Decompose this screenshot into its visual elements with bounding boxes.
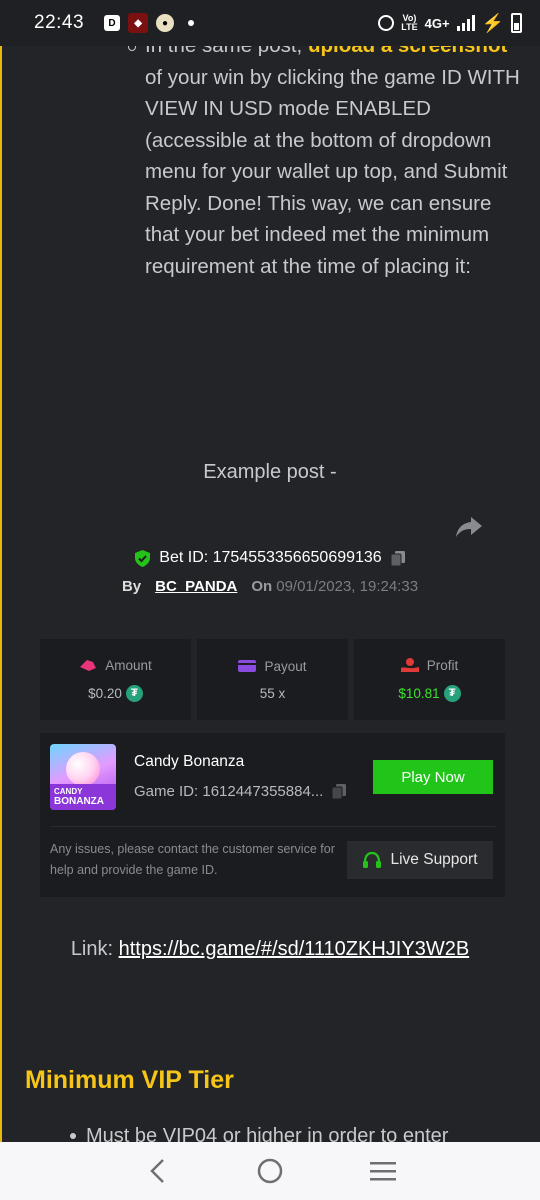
stat-payout-label: Payout [264,658,307,674]
system-navigation-bar [0,1142,540,1200]
stat-payout-head: Payout [238,658,307,674]
stat-payout: Payout 55 x [197,639,348,720]
bet-author-row: By BC_PANDA On 09/01/2023, 19:24:33 [0,578,540,595]
more-notifications-dot-icon [188,20,195,26]
share-icon[interactable] [455,515,483,539]
app-notification-icon: D [104,15,121,31]
copy-game-id-icon[interactable] [331,783,347,800]
tether-icon: ₮ [125,684,143,702]
bullet-rest-text: of your win by clicking the game ID WITH… [145,65,520,278]
stat-payout-value-row: 55 x [260,686,286,701]
status-time: 22:43 [34,12,85,33]
candy-ball-graphic [66,752,100,786]
thumbnail-caption: CANDY BONANZA [50,784,116,810]
live-support-button[interactable]: Live Support [347,841,493,879]
stat-payout-value: 55 x [259,685,286,701]
headset-icon [363,851,382,868]
nav-back-button[interactable] [142,1156,172,1186]
recents-menu-icon [370,1162,397,1181]
stat-profit-value: $10.81 [398,685,440,701]
game-thumbnail[interactable]: CANDY BONANZA [50,744,116,810]
wallet-card-icon [238,660,257,672]
data-saver-bolt-icon: ⚡ [481,12,504,33]
bet-date: 09/01/2023, 19:24:33 [276,578,419,595]
battery-icon [511,13,522,33]
alarm-icon [378,15,395,31]
bet-link-row: Link: https://bc.game/#/sd/1110ZKHJIY3W2… [0,938,540,961]
system-status-icons: Vo) LTE 4G+ ⚡ [378,13,522,34]
network-type: 4G+ [424,15,450,31]
game-app-notification-icon: ◆ [128,13,149,33]
home-circle-icon [257,1158,283,1184]
verified-shield-icon [135,549,151,567]
nav-home-button[interactable] [255,1156,285,1186]
bet-stats: Amount $0.20 ₮ Payout 55 x Profit $10.81… [40,639,505,720]
stat-amount: Amount $0.20 ₮ [40,639,191,720]
amount-icon [80,660,97,671]
live-support-label: Live Support [390,851,478,868]
signal-icon [456,15,475,31]
status-bar: 22:43 D ◆ ● Vo) LTE 4G+ ⚡ [0,0,540,46]
stat-amount-head: Amount [79,658,152,673]
vip-requirement-bullet: Must be VIP04 or higher in order to ente… [70,1127,530,1143]
profit-icon [400,658,419,672]
back-chevron-icon [149,1159,164,1183]
game-name: Candy Bonanza [134,753,245,770]
bet-id-row: Bet ID: 1754553356650699136 [0,549,540,567]
thumbnail-caption-top: CANDY [54,787,83,796]
bet-username-link[interactable]: BC_PANDA [155,578,237,595]
support-note: Any issues, please contact the customer … [50,842,335,877]
bet-id-text: Bet ID: 1754553356650699136 [159,549,382,566]
game-id-row: Game ID: 1612447355884... [134,783,347,800]
instruction-bullet: In the same post, upload a screenshot of… [145,30,525,282]
nav-recents-button[interactable] [368,1156,398,1186]
stat-profit-value-row: $10.81 ₮ [398,684,461,702]
stat-amount-value: $0.20 [88,685,122,701]
example-post-label: Example post - [203,461,337,483]
stat-profit: Profit $10.81 ₮ [354,639,505,720]
copy-bet-id-icon[interactable] [390,550,406,567]
notification-icons: D ◆ ● [104,13,195,33]
stat-profit-head: Profit [400,657,459,673]
game-card: CANDY BONANZA Candy Bonanza Game ID: 161… [40,733,505,897]
on-label: On [251,578,273,595]
tether-icon: ₮ [443,684,461,702]
stat-amount-value-row: $0.20 ₮ [88,684,143,702]
game-id-text: Game ID: 1612447355884... [134,783,324,800]
volte-icon: Vo) LTE [401,13,418,32]
urbanbox-notification-icon: ● [156,14,175,32]
section-title: Minimum VIP Tier [25,1066,234,1094]
by-label: By [121,578,142,595]
card-divider [50,826,495,827]
play-now-button[interactable]: Play Now [373,760,493,794]
thumbnail-caption-bottom: BONANZA [54,796,104,807]
vip-requirement-text: Must be VIP04 or higher in order to ente… [86,1127,449,1143]
stat-amount-label: Amount [105,657,152,673]
link-prefix: Link: [70,938,119,960]
bet-share-link[interactable]: https://bc.game/#/sd/1110ZKHJIY3W2B [119,938,470,960]
stat-profit-label: Profit [426,657,459,673]
